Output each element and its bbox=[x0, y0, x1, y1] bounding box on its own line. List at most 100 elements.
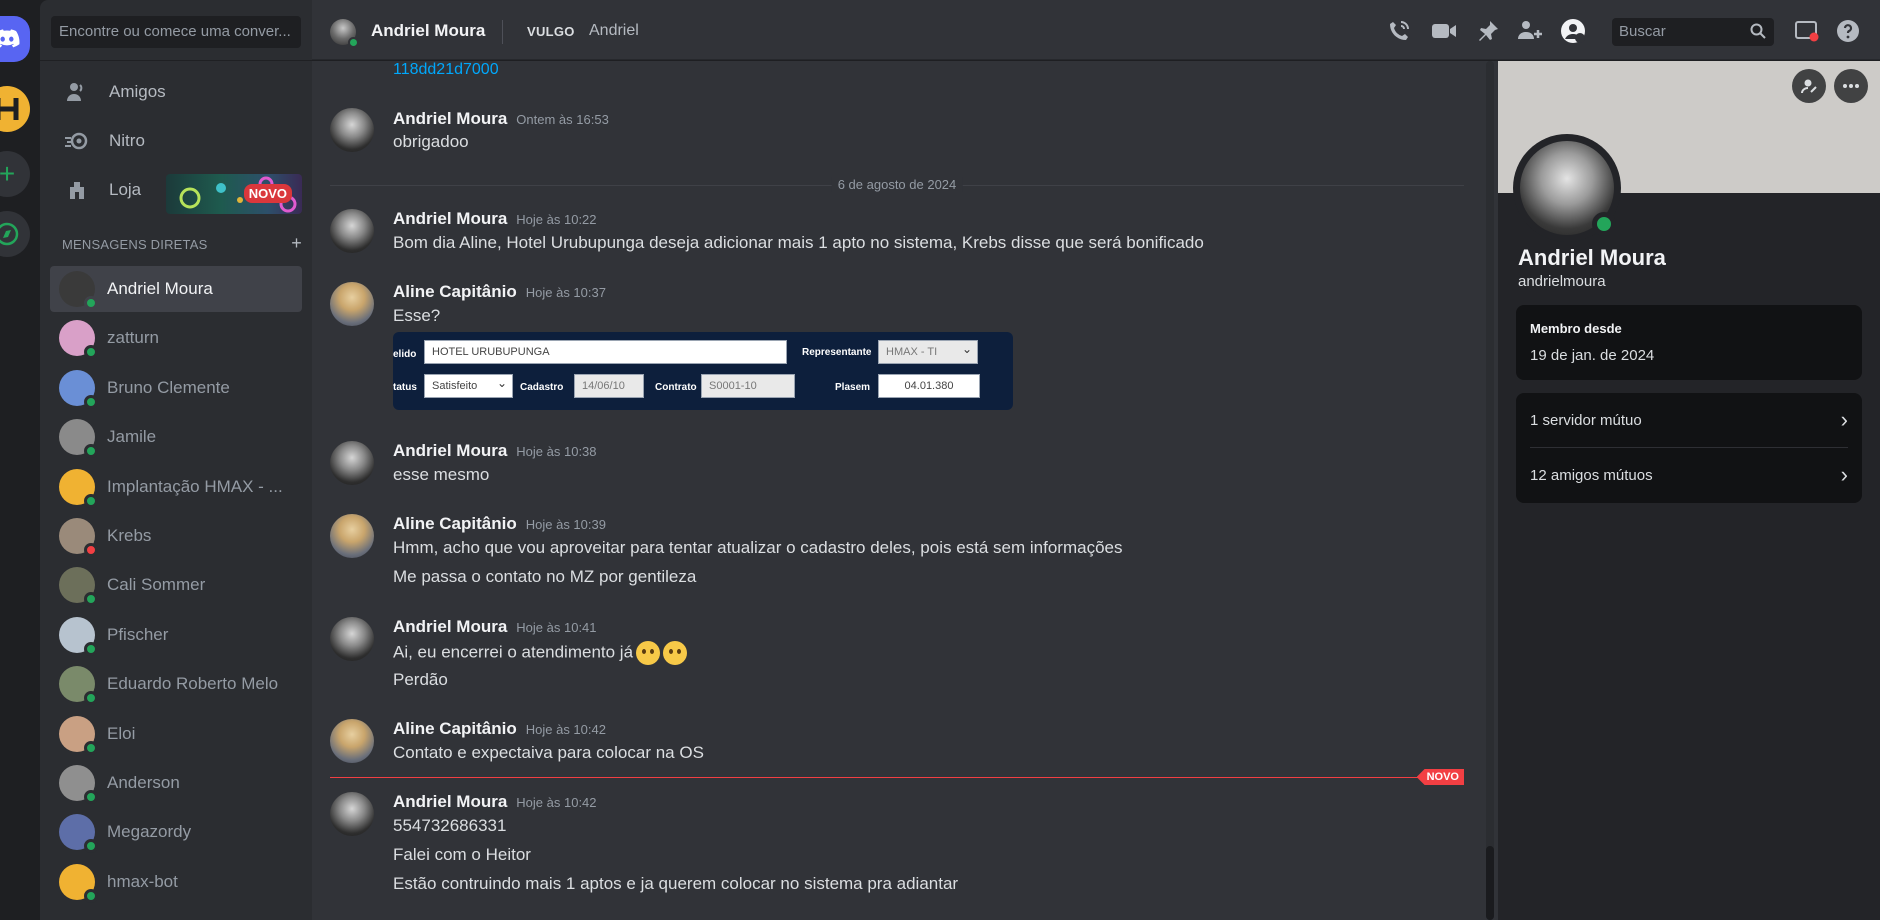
search-input[interactable]: Buscar bbox=[1612, 18, 1774, 46]
add-friends-to-dm-icon[interactable] bbox=[1517, 18, 1543, 44]
pleading-face-emoji-icon[interactable] bbox=[636, 641, 661, 665]
dm-item[interactable]: Andriel Moura bbox=[50, 266, 302, 312]
message-text: obrigadoo bbox=[393, 132, 469, 151]
channel-title[interactable]: Andriel Moura bbox=[371, 21, 485, 41]
avatar[interactable] bbox=[330, 441, 374, 485]
explore-servers-icon[interactable] bbox=[0, 211, 30, 257]
message-author[interactable]: Andriel Moura bbox=[393, 792, 507, 812]
dm-item[interactable]: Jamile bbox=[50, 414, 302, 460]
form-field: 14/06/10 bbox=[574, 374, 644, 398]
image-attachment[interactable]: elido HOTEL URUBUPUNGA Representante HMA… bbox=[393, 332, 1013, 410]
avatar[interactable] bbox=[330, 617, 374, 661]
message-author[interactable]: Aline Capitânio bbox=[393, 514, 517, 534]
direct-messages-header: MENSAGENS DIRETAS + bbox=[62, 233, 302, 254]
sidebar-divider bbox=[40, 60, 312, 61]
dm-item-label: zatturn bbox=[107, 328, 159, 348]
dm-item[interactable]: Pfischer bbox=[50, 612, 302, 658]
mutual-friends-row[interactable]: 12 amigos mútuos › bbox=[1530, 448, 1848, 502]
pinned-messages-icon[interactable] bbox=[1475, 18, 1501, 44]
form-label: tatus bbox=[393, 382, 417, 393]
avatar[interactable] bbox=[330, 19, 359, 48]
dm-item[interactable]: Megazordy bbox=[50, 809, 302, 855]
date-divider-label: 6 de agosto de 2024 bbox=[831, 177, 963, 192]
dm-item[interactable]: Implantação HMAX - ... bbox=[50, 464, 302, 510]
avatar bbox=[59, 369, 98, 409]
status-online-indicator bbox=[348, 37, 359, 48]
search-icon bbox=[1750, 23, 1766, 43]
message-author[interactable]: Aline Capitânio bbox=[393, 282, 517, 302]
server-hmax-icon[interactable] bbox=[0, 86, 30, 132]
dm-item[interactable]: Cali Sommer bbox=[50, 562, 302, 608]
add-note-icon[interactable] bbox=[1792, 69, 1826, 103]
dm-item[interactable]: Krebs bbox=[50, 513, 302, 559]
video-call-icon[interactable] bbox=[1431, 18, 1457, 44]
message-author[interactable]: Andriel Moura bbox=[393, 441, 507, 461]
create-dm-icon[interactable]: + bbox=[291, 233, 302, 254]
status-online-indicator bbox=[84, 444, 98, 459]
message-author[interactable]: Aline Capitânio bbox=[393, 719, 517, 739]
message-text: Hmm, acho que vou aproveitar para tentar… bbox=[393, 538, 1123, 557]
avatar[interactable] bbox=[330, 209, 374, 253]
form-field: HOTEL URUBUPUNGA bbox=[424, 340, 787, 364]
add-server-icon[interactable]: + bbox=[0, 151, 30, 197]
message-text: Bom dia Aline, Hotel Urubupunga deseja a… bbox=[393, 233, 1204, 252]
message-author[interactable]: Andriel Moura bbox=[393, 209, 507, 229]
dm-item[interactable]: Eduardo Roberto Melo bbox=[50, 661, 302, 707]
avatar bbox=[59, 320, 98, 360]
conversation-search-input[interactable]: Encontre ou comece uma conver... bbox=[51, 16, 301, 48]
avatar bbox=[59, 814, 98, 854]
sidebar-item-friends[interactable]: Amigos bbox=[50, 70, 302, 114]
avatar[interactable] bbox=[330, 108, 374, 152]
message-timestamp: Hoje às 10:41 bbox=[516, 620, 597, 635]
inbox-icon[interactable] bbox=[1794, 18, 1820, 44]
header-divider bbox=[502, 20, 503, 44]
avatar[interactable] bbox=[330, 792, 374, 836]
status-online-indicator bbox=[84, 592, 98, 607]
message-header: Andriel Moura Ontem às 16:53 bbox=[393, 109, 609, 129]
form-label: Cadastro bbox=[520, 382, 564, 393]
status-online-indicator bbox=[84, 641, 98, 656]
dm-item-label: Krebs bbox=[107, 526, 152, 545]
smiling-tear-emoji-icon[interactable] bbox=[663, 641, 688, 665]
message-link-fragment[interactable]: 118dd21d7000 bbox=[393, 61, 499, 79]
dm-item[interactable]: Anderson bbox=[50, 760, 302, 806]
message-header: Aline Capitânio Hoje às 10:37 bbox=[393, 282, 606, 302]
dm-item[interactable]: Bruno Clemente bbox=[50, 365, 302, 411]
message-author[interactable]: Andriel Moura bbox=[393, 109, 507, 129]
form-label: Representante bbox=[802, 347, 872, 358]
message-text: Falei com o Heitor bbox=[393, 845, 531, 864]
message-text: 554732686331 bbox=[393, 816, 507, 835]
message-text-content: Ai, eu encerrei o atendimento já bbox=[393, 642, 634, 662]
mutual-servers-row[interactable]: 1 servidor mútuo › bbox=[1530, 393, 1848, 447]
nitro-icon bbox=[62, 126, 92, 156]
message-timestamp: Hoje às 10:39 bbox=[525, 517, 606, 532]
message-list[interactable]: 118dd21d7000 Andriel Moura Ontem às 16:5… bbox=[312, 61, 1498, 920]
sidebar-item-shop[interactable]: Loja NOVO bbox=[50, 168, 302, 214]
scrollbar-thumb[interactable] bbox=[1486, 846, 1494, 920]
message-author[interactable]: Andriel Moura bbox=[393, 617, 507, 637]
dm-item[interactable]: zatturn bbox=[50, 315, 302, 361]
help-icon[interactable] bbox=[1835, 18, 1861, 44]
status-online-indicator bbox=[84, 493, 98, 508]
voice-call-icon[interactable] bbox=[1386, 18, 1412, 44]
status-online-indicator bbox=[84, 296, 98, 310]
new-messages-badge: NOVO bbox=[1416, 769, 1464, 785]
sidebar-item-nitro[interactable]: Nitro bbox=[50, 119, 302, 163]
dm-item[interactable]: hmax-bot bbox=[50, 859, 302, 905]
avatar[interactable] bbox=[330, 514, 374, 558]
sidebar-item-label: Loja bbox=[109, 180, 142, 199]
dm-item-label: Andriel Moura bbox=[107, 279, 213, 298]
dm-item[interactable]: Eloi bbox=[50, 711, 302, 757]
message-header: Andriel Moura Hoje às 10:41 bbox=[393, 617, 597, 637]
home-discord-icon[interactable] bbox=[0, 16, 30, 62]
avatar[interactable] bbox=[330, 719, 374, 763]
message-text: esse mesmo bbox=[393, 465, 490, 484]
avatar[interactable] bbox=[330, 282, 374, 326]
profile-display-name: Andriel Moura bbox=[1518, 245, 1666, 270]
avatar bbox=[59, 715, 98, 755]
more-options-icon[interactable] bbox=[1834, 69, 1868, 103]
scrollbar-track[interactable] bbox=[1486, 61, 1494, 920]
chevron-right-icon: › bbox=[1840, 462, 1848, 487]
member-since-card: Membro desde 19 de jan. de 2024 bbox=[1516, 305, 1862, 380]
user-profile-icon[interactable] bbox=[1560, 18, 1586, 44]
